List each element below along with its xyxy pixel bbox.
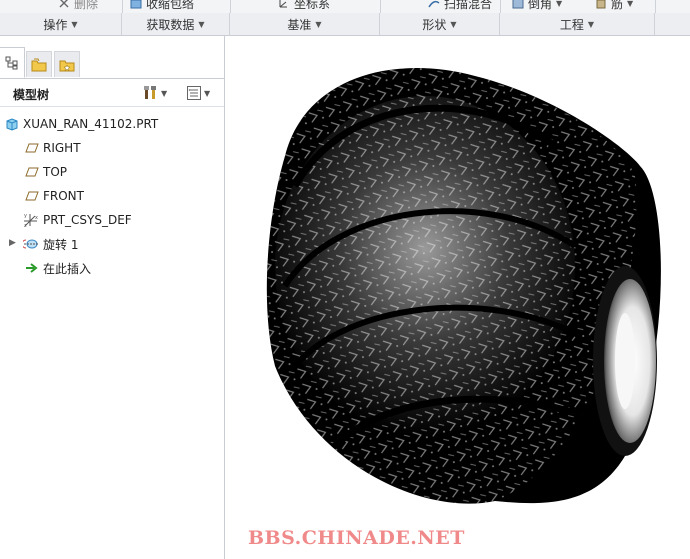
chevron-down-icon: ▼ [71, 19, 78, 29]
tree-item-label: RIGHT [43, 141, 81, 155]
model-tree-panel: 模型树 ▼ ▼ XUAN_RAN_41102.PRT RIGHT TOP FRO… [0, 36, 225, 559]
tree-item-revolve[interactable]: 旋转 1 [23, 234, 78, 254]
chevron-down-icon: ▼ [450, 19, 457, 29]
part-icon [6, 118, 18, 131]
show-options-button[interactable]: ▼ [186, 84, 210, 102]
coordinate-system-icon: x y z [24, 213, 38, 228]
tab-folder-browser[interactable] [26, 51, 52, 77]
model-tree-header: 模型树 ▼ ▼ [0, 80, 224, 107]
ribbon-group-bar: 操作 ▼ 获取数据 ▼ 基准 ▼ 形状 ▼ 工程 ▼ [0, 13, 690, 36]
cut-label: 删除 [74, 0, 99, 11]
rib-dropdown-icon[interactable]: ▼ [627, 0, 633, 8]
rib-icon [596, 0, 606, 9]
datum-plane-icon [25, 143, 39, 153]
shrinkwrap-button[interactable]: 收缩包络 [130, 0, 194, 11]
settings-button[interactable]: ▼ [143, 84, 167, 102]
rib-label: 筋 [611, 0, 624, 11]
csys-icon [279, 0, 287, 8]
scissors-icon [59, 0, 69, 8]
group-engineering-label: 工程 [559, 17, 584, 32]
tree-item-label: PRT_CSYS_DEF [43, 213, 132, 227]
sweep-blend-icon [428, 0, 440, 8]
group-datum-label: 基准 [287, 17, 312, 32]
panel-tabs [0, 47, 224, 79]
draft-button[interactable]: 倒角 ▼ [512, 0, 562, 11]
csys-button[interactable]: 坐标系 [278, 0, 330, 11]
tree-root-part[interactable]: XUAN_RAN_41102.PRT [5, 114, 158, 134]
ribbon-top-row: 删除 收缩包络 坐标系 扫描混合 倒角 ▼ 筋 ▼ [0, 0, 690, 14]
csys-label: 坐标系 [294, 0, 331, 11]
watermark: BBS.CHINADE.NET [248, 527, 465, 549]
draft-label: 倒角 [528, 0, 553, 11]
tab-model-tree[interactable] [0, 47, 25, 78]
tree-item-csys[interactable]: x y z PRT_CSYS_DEF [23, 210, 132, 230]
chevron-down-icon: ▼ [315, 19, 322, 29]
favorites-folder-icon [59, 60, 75, 71]
chevron-down-icon: ▼ [587, 19, 595, 29]
cut-button[interactable]: 删除 [58, 0, 98, 11]
sweep-blend-label: 扫描混合 [444, 0, 493, 11]
expand-arrow-icon[interactable]: ▶ [9, 238, 16, 248]
draft-icon [512, 0, 524, 9]
graphics-viewport[interactable] [225, 36, 690, 559]
group-datum[interactable]: 基准 ▼ [230, 13, 380, 35]
tree-item-label: FRONT [43, 189, 84, 203]
chevron-down-icon: ▼ [204, 88, 211, 98]
group-get-data[interactable]: 获取数据 ▼ [122, 13, 230, 35]
group-operations-label: 操作 [43, 17, 68, 32]
tree-item-insert-here[interactable]: 在此插入 [25, 258, 91, 278]
list-options-icon [187, 86, 201, 100]
panel-title: 模型树 [13, 88, 50, 102]
tools-icon [144, 86, 156, 99]
group-get-data-label: 获取数据 [146, 17, 195, 32]
tree-item-top[interactable]: TOP [25, 162, 67, 182]
chevron-down-icon: ▼ [161, 88, 168, 98]
group-engineering[interactable]: 工程 ▼ [500, 13, 655, 35]
svg-text:z: z [24, 223, 27, 228]
tree-item-front[interactable]: FRONT [25, 186, 84, 206]
draft-dropdown-icon[interactable]: ▼ [556, 0, 562, 8]
tire-model-render [266, 67, 661, 504]
chevron-down-icon: ▼ [198, 19, 205, 29]
group-operations[interactable]: 操作 ▼ [0, 13, 122, 35]
tab-favorites[interactable] [54, 51, 80, 77]
svg-text:y: y [24, 213, 27, 219]
tree-item-label: 旋转 1 [43, 237, 79, 252]
tree-root-label: XUAN_RAN_41102.PRT [23, 117, 159, 131]
svg-text:x: x [35, 215, 38, 221]
sweep-blend-button[interactable]: 扫描混合 [428, 0, 492, 11]
tree-view-icon [5, 56, 18, 69]
tree-item-right[interactable]: RIGHT [25, 138, 81, 158]
group-shapes-label: 形状 [422, 17, 447, 32]
group-shapes[interactable]: 形状 ▼ [380, 13, 500, 35]
shrinkwrap-label: 收缩包络 [146, 0, 195, 11]
tree-item-label: TOP [43, 165, 68, 179]
tree-item-label: 在此插入 [43, 261, 92, 276]
revolve-feature-icon [23, 239, 38, 249]
shrinkwrap-icon [130, 0, 142, 9]
folder-icon [31, 58, 47, 71]
datum-plane-icon [25, 167, 39, 177]
insert-here-arrow-icon [26, 263, 38, 273]
rib-button[interactable]: 筋 ▼ [595, 0, 633, 11]
datum-plane-icon [25, 191, 39, 201]
